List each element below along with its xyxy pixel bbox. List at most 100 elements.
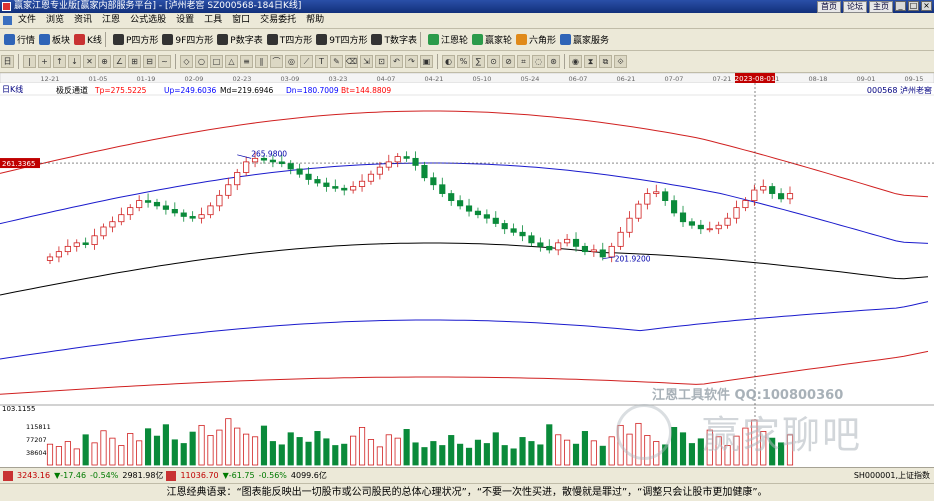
draw-tool-icon-22[interactable]: ⌫: [345, 55, 358, 68]
date-tick-label: 01-05: [89, 75, 108, 83]
toolbar-button-0[interactable]: 行情: [4, 33, 35, 46]
draw-tool-icon-17[interactable]: ⌒: [270, 55, 283, 68]
toolbar-button-label: P数字表: [230, 36, 263, 46]
toolbar-button-4[interactable]: 9F四方形: [162, 33, 213, 46]
candle-body: [260, 157, 268, 161]
sz-index-value[interactable]: 11036.70: [180, 471, 218, 480]
draw-tool-icon-26[interactable]: ↷: [405, 55, 418, 68]
toolbar-button-label: T四方形: [279, 36, 313, 46]
minimize-button[interactable]: _: [895, 1, 906, 11]
draw-tool-icon-5[interactable]: ✕: [83, 55, 96, 68]
draw-tool-icon-36[interactable]: ◉: [569, 55, 582, 68]
toolbar-button-12[interactable]: 赢家服务: [560, 33, 609, 46]
draw-tool-icon-23[interactable]: ⇲: [360, 55, 373, 68]
toolbar-button-9[interactable]: 江恩轮: [427, 33, 468, 46]
title-bar: 赢家江恩专业版[赢家内部服务平台] - [泸州老窖 SZ000568-184日K…: [0, 0, 934, 13]
menu-news[interactable]: 资讯: [69, 13, 97, 28]
close-button[interactable]: ×: [921, 1, 932, 11]
menu-browse[interactable]: 浏览: [41, 13, 69, 28]
channel-middle-line: [0, 242, 929, 296]
toolbar-button-7[interactable]: 9T四方形: [316, 33, 367, 46]
draw-tool-icon-34[interactable]: ◌: [532, 55, 545, 68]
menu-help[interactable]: 帮助: [301, 13, 329, 28]
draw-tool-icon-31[interactable]: ⊙: [487, 55, 500, 68]
toolbar-button-11[interactable]: 六角形: [515, 33, 556, 46]
candle-body: [492, 217, 499, 224]
menu-settings[interactable]: 设置: [171, 13, 199, 28]
draw-tool-icon-35[interactable]: ⊛: [547, 55, 560, 68]
menu-file[interactable]: 文件: [13, 13, 41, 28]
candle-body: [679, 212, 687, 223]
watermark-contact: 江恩工具软件 QQ:100800360: [652, 388, 844, 403]
draw-tool-icon-33[interactable]: ⌗: [517, 55, 530, 68]
draw-tool-icon-15[interactable]: ≡: [240, 55, 253, 68]
current-index-label[interactable]: SH000001,上证指数: [854, 470, 930, 481]
sh-index-value[interactable]: 3243.16: [17, 471, 50, 480]
toolbar-button-1[interactable]: 板块: [39, 33, 70, 46]
toolbar-button-2[interactable]: K线: [74, 33, 102, 46]
draw-tool-icon-0[interactable]: 日: [1, 55, 14, 68]
draw-tool-icon-16[interactable]: ∥: [255, 55, 268, 68]
toolbar-button-8[interactable]: T数字表: [371, 33, 417, 46]
footer-quote: 江恩经典语录：“图表能反映出一切股市或公司股民的总体心理状况”，“不要一次性买进…: [0, 483, 934, 501]
candle-body: [403, 156, 410, 159]
draw-tool-icon-32[interactable]: ⊘: [502, 55, 515, 68]
draw-tool-icon-28[interactable]: ◐: [442, 55, 455, 68]
candle-body: [483, 214, 490, 219]
draw-tool-icon-29[interactable]: %: [457, 55, 470, 68]
draw-tool-icon-24[interactable]: ⊡: [375, 55, 388, 68]
draw-tool-icon-37[interactable]: ⧗: [584, 55, 597, 68]
draw-tool-icon-20[interactable]: T: [315, 55, 328, 68]
draw-tool-icon-9[interactable]: ⊟: [143, 55, 156, 68]
draw-tool-icon-30[interactable]: ∑: [472, 55, 485, 68]
toolbar-button-10[interactable]: 赢家轮: [471, 33, 512, 46]
toolbar-button-6[interactable]: T四方形: [266, 33, 313, 46]
candle-body: [296, 168, 303, 175]
volume-bar: [287, 432, 294, 466]
draw-tool-icon-6[interactable]: ⊕: [98, 55, 111, 68]
candle-body: [82, 242, 89, 245]
maximize-button[interactable]: □: [908, 1, 919, 11]
draw-tool-icon-27[interactable]: ▣: [420, 55, 433, 68]
toolbar-separator: [419, 32, 421, 47]
menu-trading[interactable]: 交易委托: [255, 13, 301, 28]
draw-tool-icon-38[interactable]: ⧉: [599, 55, 612, 68]
draw-tool-icon-39[interactable]: ⟐: [614, 55, 627, 68]
draw-tool-icon-25[interactable]: ↶: [390, 55, 403, 68]
draw-tool-icon-13[interactable]: □: [210, 55, 223, 68]
candle-body: [572, 238, 580, 247]
draw-tool-icon-18[interactable]: ◎: [285, 55, 298, 68]
candle-body: [448, 193, 455, 201]
draw-tool-icon-8[interactable]: ⊞: [128, 55, 141, 68]
draw-tool-icon-10[interactable]: ~: [158, 55, 171, 68]
candle-body: [421, 165, 428, 179]
menu-formula-screen[interactable]: 公式选股: [125, 13, 171, 28]
draw-tool-icon-4[interactable]: ↓: [68, 55, 81, 68]
homepage-link[interactable]: 首页: [817, 1, 841, 13]
draw-tool-icon-7[interactable]: ∠: [113, 55, 126, 68]
draw-tool-icon-2[interactable]: +: [38, 55, 51, 68]
draw-tool-icon-12[interactable]: ○: [195, 55, 208, 68]
draw-tool-icon-21[interactable]: ✎: [330, 55, 343, 68]
date-tick-label: 12-21: [41, 75, 60, 83]
menu-gann[interactable]: 江恩: [97, 13, 125, 28]
menu-window[interactable]: 窗口: [227, 13, 255, 28]
volume-bar: [439, 445, 446, 466]
draw-tool-icon-19[interactable]: ⟋: [300, 55, 313, 68]
draw-tool-icon-14[interactable]: △: [225, 55, 238, 68]
candle-body: [581, 245, 589, 253]
candle-body: [537, 242, 544, 247]
forum-link[interactable]: 论坛: [843, 1, 867, 13]
toolbar-button-5[interactable]: P数字表: [217, 33, 263, 46]
toolbar-button-3[interactable]: P四方形: [112, 33, 158, 46]
candle-body: [617, 231, 624, 247]
sh-index-icon: [3, 470, 13, 481]
candle-body: [706, 228, 713, 231]
draw-tool-icon-3[interactable]: ↑: [53, 55, 66, 68]
draw-tool-icon-11[interactable]: ◇: [180, 55, 193, 68]
draw-tool-icon-1[interactable]: |: [23, 55, 36, 68]
main-page-link[interactable]: 主页: [869, 1, 893, 13]
app-menu-icon[interactable]: [3, 16, 12, 25]
volume-bar: [537, 444, 544, 466]
menu-tools[interactable]: 工具: [199, 13, 227, 28]
